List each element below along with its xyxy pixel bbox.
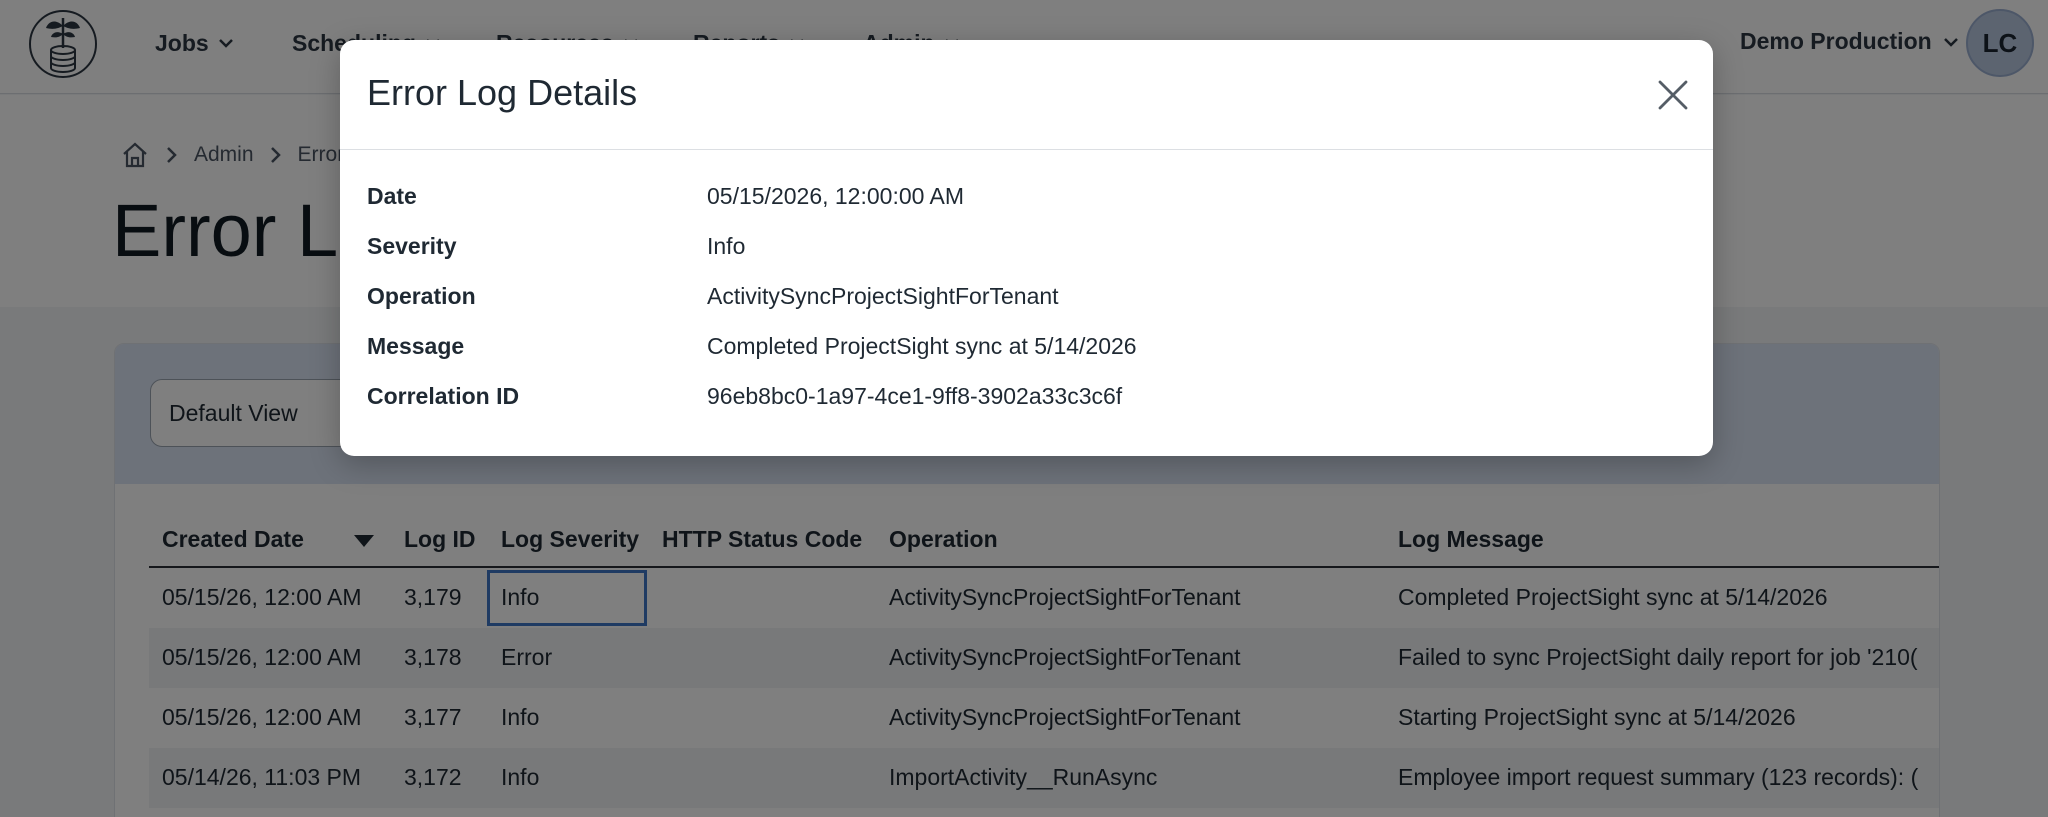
dialog-header: Error Log Details: [340, 40, 1713, 150]
detail-value: 96eb8bc0-1a97-4ce1-9ff8-3902a33c3c6f: [707, 383, 1123, 409]
error-log-details-dialog: Error Log Details Date 05/15/2026, 12:00…: [340, 40, 1713, 456]
detail-label: Severity: [367, 233, 457, 259]
detail-value: 05/15/2026, 12:00:00 AM: [707, 183, 965, 209]
detail-label: Correlation ID: [367, 383, 520, 409]
detail-value: ActivitySyncProjectSightForTenant: [707, 283, 1059, 309]
detail-label: Message: [367, 333, 465, 359]
detail-label: Operation: [367, 283, 476, 309]
dialog-title: Error Log Details: [367, 72, 638, 113]
detail-label: Date: [367, 183, 417, 209]
detail-value: Completed ProjectSight sync at 5/14/2026: [707, 333, 1137, 359]
close-icon[interactable]: [1656, 78, 1690, 112]
detail-value: Info: [707, 233, 746, 259]
